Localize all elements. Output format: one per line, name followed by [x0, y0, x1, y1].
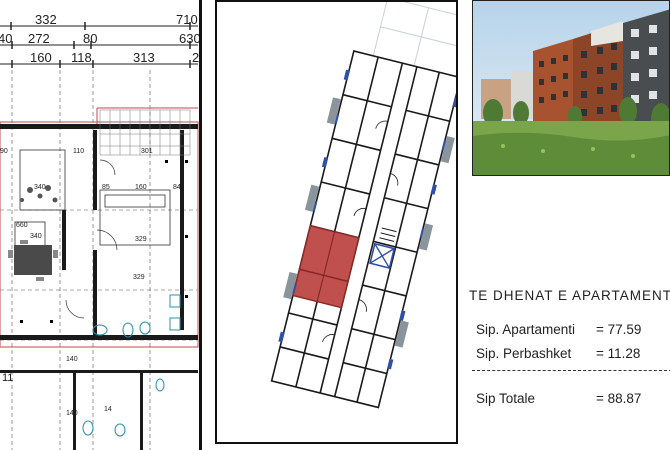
room-label: 340: [34, 184, 46, 191]
room-label: 90: [0, 148, 8, 155]
shared-area-value: = 11.28: [596, 346, 641, 361]
render-image: [473, 1, 669, 175]
room-label: 11: [2, 372, 14, 384]
apartment-area-label: Sip. Apartamenti: [476, 322, 576, 337]
room-label: 110: [73, 148, 85, 155]
dimension-label: 630: [179, 31, 201, 46]
building-key-plan: [270, 2, 456, 409]
apartment-data-panel: TE DHENAT E APARTAMENTIT Sip. Apartament…: [462, 270, 670, 450]
room-label: 301: [141, 148, 153, 155]
table-icon: [14, 245, 52, 275]
room-label: 329: [133, 274, 145, 281]
dimension-label: 313: [133, 50, 155, 65]
floor-plan-drawing: [0, 22, 199, 450]
building-render: [472, 0, 670, 176]
floor-plan-panel: 332 710 272 80 630 160 118 313 40 2 90 1…: [0, 0, 205, 450]
dimension-label: 332: [35, 12, 57, 27]
dashed-separator: [472, 370, 670, 371]
total-area-value: = 88.87: [596, 391, 642, 406]
apartment-data-title: TE DHENAT E APARTAMENTIT: [469, 288, 670, 303]
key-plan-panel: [215, 0, 458, 444]
room-label: 160: [135, 184, 147, 191]
dimension-label: 710: [176, 12, 198, 27]
shared-area-label: Sip. Perbashket: [476, 346, 572, 361]
toilet-icon: [122, 322, 134, 338]
highlighted-apartment: [291, 224, 360, 309]
apartment-area-value: = 77.59: [596, 322, 642, 337]
frame-divider: [199, 0, 202, 450]
room-label: 84: [173, 184, 181, 191]
room-label: 85: [102, 184, 110, 191]
room-label: 340: [30, 233, 42, 240]
sink-icon: [114, 423, 126, 437]
total-area-label: Sip Totale: [476, 391, 536, 406]
dimension-label: 160: [30, 50, 52, 65]
room-label: 660: [16, 222, 28, 229]
stair-icon: [369, 227, 397, 270]
room-label: 140: [66, 410, 78, 417]
room-label: 14: [104, 406, 112, 413]
dimension-label: 40: [0, 31, 13, 46]
dimension-label: 118: [71, 50, 92, 65]
room-label: 329: [135, 236, 147, 243]
room-label: 140: [66, 356, 78, 363]
dimension-label: 272: [28, 31, 50, 46]
dimension-label: 80: [83, 31, 98, 46]
